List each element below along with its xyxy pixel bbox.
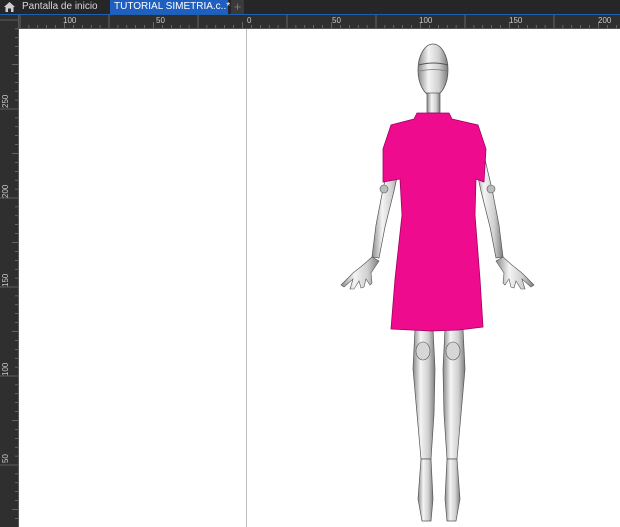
horizontal-ruler[interactable]: 100 50 0 50 100 150 200 [18, 15, 620, 29]
ruler-label: 150 [509, 16, 523, 25]
vertical-ruler-ticks [0, 19, 18, 519]
mannequin-head [417, 43, 449, 114]
vertical-ruler[interactable]: 250 200 150 100 50 [0, 15, 19, 527]
ruler-label: 100 [63, 16, 77, 25]
ruler-label: 150 [1, 273, 10, 287]
ruler-label: 100 [419, 16, 433, 25]
add-tab-button[interactable]: + [231, 0, 244, 14]
ruler-label: 200 [1, 184, 10, 198]
fashion-figure-illustration[interactable] [19, 29, 620, 527]
document-tab-bar: Pantalla de inicio TUTORIAL SIMETRIA.c..… [0, 0, 620, 15]
home-icon[interactable] [3, 1, 16, 13]
ruler-label: 50 [156, 16, 165, 25]
ruler-label: 50 [332, 16, 341, 25]
tab-tutorial-simetria[interactable]: TUTORIAL SIMETRIA.c..* [110, 0, 230, 14]
pink-dress-shape [382, 112, 487, 332]
ruler-label: 0 [247, 16, 252, 25]
ruler-label: 50 [1, 454, 10, 463]
tab-welcome-screen[interactable]: Pantalla de inicio [18, 0, 108, 14]
ruler-label: 250 [1, 94, 10, 108]
ruler-label: 100 [1, 362, 10, 376]
ruler-label: 200 [598, 16, 612, 25]
horizontal-ruler-ticks [19, 15, 617, 28]
drawing-canvas[interactable] [19, 29, 620, 527]
mannequin-legs [412, 328, 466, 522]
